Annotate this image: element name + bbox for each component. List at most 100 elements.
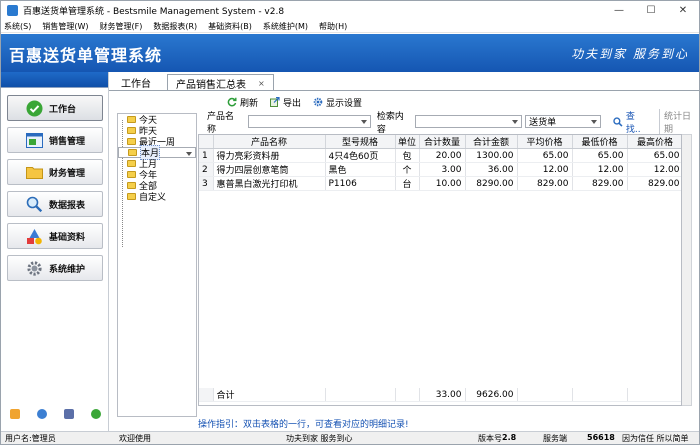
menu-reports[interactable]: 数据报表(R) xyxy=(153,21,197,32)
export-button[interactable]: 导出 xyxy=(270,96,301,109)
cell-avg-price: 65.00 xyxy=(517,148,573,163)
export-label: 导出 xyxy=(283,98,302,109)
nav-reports-button[interactable]: 数据报表 xyxy=(7,191,103,217)
row-index: 1 xyxy=(199,148,214,163)
table-row[interactable]: 2 得力四层创意笔筒 黑色 个 3.00 36.00 12.00 12.00 1… xyxy=(199,162,681,177)
column-header-spec[interactable]: 型号规格 xyxy=(325,135,396,149)
status-bar: 用户名:管理员 欢迎使用 功夫到家 服务到心 版本号 2.8 服务端 56618… xyxy=(1,431,699,444)
report-toolbar: 刷新 导出 显示设置 xyxy=(227,94,374,110)
status-user: 用户名:管理员 xyxy=(5,434,56,443)
cell-min-price: 65.00 xyxy=(572,148,628,163)
tree-node-custom[interactable]: 自定义 xyxy=(118,191,196,203)
column-header-product[interactable]: 产品名称 xyxy=(213,135,326,149)
cell-spec: 黑色 xyxy=(325,162,396,177)
clock-icon[interactable] xyxy=(36,409,47,419)
nav-basic-data-button[interactable]: 基础资料 xyxy=(7,223,103,249)
status-server: 服务端 xyxy=(543,434,567,443)
doc-type-value: 送货单 xyxy=(529,118,557,128)
notes-icon[interactable] xyxy=(9,409,20,419)
menu-sales[interactable]: 销售管理(W) xyxy=(42,21,88,32)
product-name-select[interactable] xyxy=(248,115,371,128)
cell-amount: 36.00 xyxy=(465,162,518,177)
display-settings-label: 显示设置 xyxy=(326,98,363,109)
maximize-button[interactable]: ☐ xyxy=(635,1,667,20)
product-name-label: 产品名称 xyxy=(207,111,235,135)
nav-workbench-label: 工作台 xyxy=(49,104,77,115)
search-content-label: 检索内容 xyxy=(376,111,404,135)
cell-amount: 8290.00 xyxy=(465,176,518,191)
check-circle-icon xyxy=(26,100,43,117)
refresh-button[interactable]: 刷新 xyxy=(227,96,258,109)
nav-sales-label: 销售管理 xyxy=(49,136,86,147)
magnifier-icon xyxy=(26,196,43,213)
shapes-icon xyxy=(26,228,43,245)
doc-type-select[interactable]: 送货单 xyxy=(525,115,602,128)
total-empty-cell xyxy=(517,388,573,402)
table-row[interactable]: 1 得力亮彩资料册 4只4色60页 包 20.00 1300.00 65.00 … xyxy=(199,148,681,163)
status-motto: 功夫到家 服务到心 xyxy=(286,434,353,443)
filter-bar: 产品名称 检索内容 送货单 查找.. 统计日期 xyxy=(199,108,699,135)
folder-icon xyxy=(127,193,136,200)
column-header-min-price[interactable]: 最低价格 xyxy=(572,135,628,149)
minimize-button[interactable]: — xyxy=(603,1,635,20)
menu-finance[interactable]: 财务管理(F) xyxy=(99,21,142,32)
nav-workbench-button[interactable]: 工作台 xyxy=(7,95,103,121)
menu-maintenance[interactable]: 系统维护(M) xyxy=(263,21,308,32)
totals-row: 合计 33.00 9626.00 xyxy=(199,388,681,402)
refresh-label: 刷新 xyxy=(240,98,259,109)
total-qty: 33.00 xyxy=(419,388,466,402)
menu-basic-data[interactable]: 基础资料(B) xyxy=(208,21,252,32)
cell-spec: 4只4色60页 xyxy=(325,148,396,163)
table-row[interactable]: 3 惠普黑白激光打印机 P1106 台 10.00 8290.00 829.00… xyxy=(199,176,681,191)
menu-help[interactable]: 帮助(H) xyxy=(319,21,347,32)
cell-qty: 3.00 xyxy=(419,162,466,177)
column-header-amount[interactable]: 合计金额 xyxy=(465,135,518,149)
window-title: 百惠送货单管理系统 - Bestsmile Management System … xyxy=(23,7,285,17)
nav-panel-header xyxy=(1,72,108,88)
total-empty-cell xyxy=(325,388,396,402)
nav-finance-button[interactable]: 财务管理 xyxy=(7,159,103,185)
calculator-icon[interactable] xyxy=(63,409,74,419)
tree-node-label: 自定义 xyxy=(139,193,167,203)
cell-avg-price: 829.00 xyxy=(517,176,573,191)
nav-reports-label: 数据报表 xyxy=(49,200,86,211)
folder-icon xyxy=(26,164,43,181)
total-amount: 9626.00 xyxy=(465,388,518,402)
column-header-avg-price[interactable]: 平均价格 xyxy=(517,135,573,149)
column-header-unit[interactable]: 单位 xyxy=(395,135,420,149)
close-button[interactable]: ✕ xyxy=(667,1,699,20)
tab-product-sales-summary[interactable]: 产品销售汇总表 × xyxy=(167,74,274,91)
search-icon xyxy=(613,116,623,127)
stat-date-label[interactable]: 统计日期 xyxy=(658,108,699,135)
search-content-select[interactable] xyxy=(414,115,523,128)
tab-workbench[interactable]: 工作台 xyxy=(121,75,151,90)
status-trust: 因为信任 所以简单 xyxy=(622,434,689,443)
banner-slogan: 功夫到家 服务到心 xyxy=(571,47,689,61)
date-range-tree: 今天 昨天 最近一周 本月 上月 今年 全部 自定义 xyxy=(117,113,197,417)
display-settings-button[interactable]: 显示设置 xyxy=(313,96,362,109)
tab-product-sales-summary-label: 产品销售汇总表 xyxy=(176,79,246,91)
cell-spec: P1106 xyxy=(325,176,396,191)
cell-min-price: 829.00 xyxy=(572,176,628,191)
column-header-qty[interactable]: 合计数量 xyxy=(419,135,466,149)
nav-sales-button[interactable]: 销售管理 xyxy=(7,127,103,153)
total-index-cell xyxy=(199,388,214,402)
folder-icon xyxy=(127,116,136,123)
app-window: 百惠送货单管理系统 - Bestsmile Management System … xyxy=(0,0,700,445)
operation-hint: 操作指引：双击表格的一行，可查看对应的明细记录! xyxy=(198,420,409,430)
nav-finance-label: 财务管理 xyxy=(49,168,86,179)
nav-basic-data-label: 基础资料 xyxy=(49,232,86,243)
cell-product: 得力四层创意笔筒 xyxy=(213,162,326,177)
nav-maintenance-label: 系统维护 xyxy=(49,264,86,275)
column-header-max-price[interactable]: 最高价格 xyxy=(627,135,681,149)
folder-icon xyxy=(127,138,136,145)
app-logo-icon xyxy=(7,5,18,16)
table-vertical-scrollbar[interactable] xyxy=(682,134,692,406)
nav-maintenance-button[interactable]: 系统维护 xyxy=(7,255,103,281)
power-icon[interactable] xyxy=(90,409,101,419)
search-button[interactable]: 查找.. xyxy=(613,109,649,135)
cell-max-price: 12.00 xyxy=(627,162,681,177)
menu-system[interactable]: 系统(S) xyxy=(4,21,31,32)
tab-close-button[interactable]: × xyxy=(258,79,265,88)
folder-icon xyxy=(128,149,137,156)
